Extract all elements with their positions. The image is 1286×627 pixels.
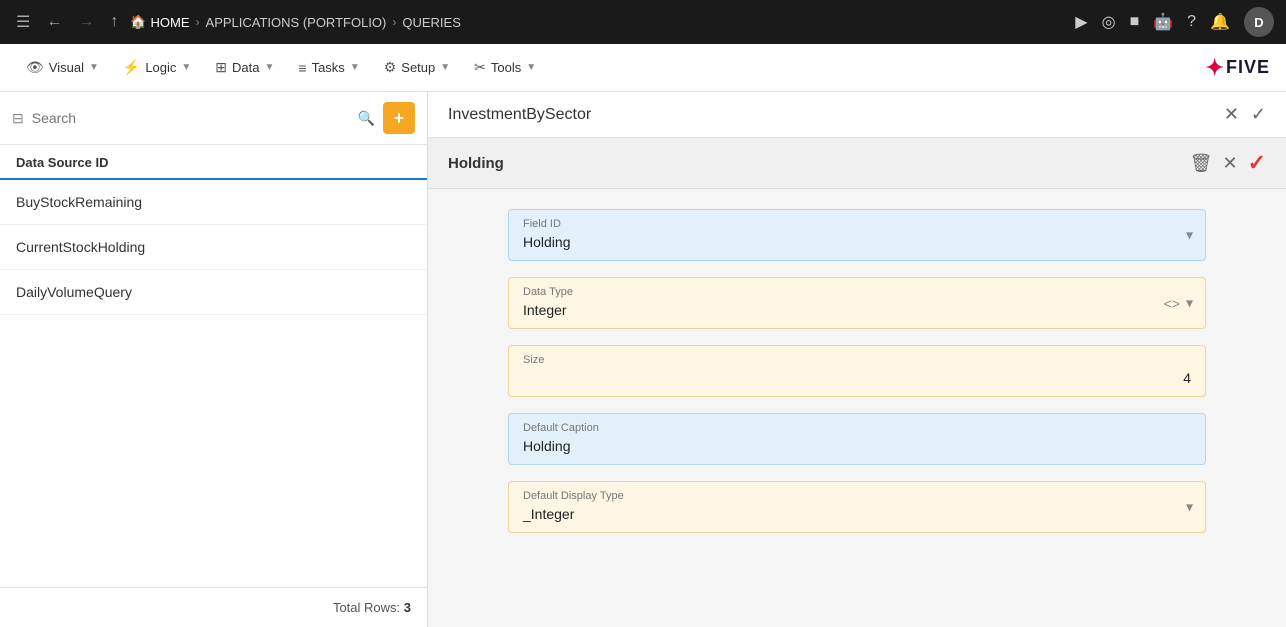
menu-label-tools: Tools bbox=[491, 60, 521, 75]
field-id-field: Field ID Holding ▾ bbox=[508, 209, 1206, 261]
eye-icon: 👁 bbox=[26, 59, 44, 76]
section-title: Holding bbox=[448, 155, 1190, 172]
home-icon: 🏠 bbox=[130, 14, 146, 30]
data-type-label: Data Type bbox=[523, 286, 1191, 298]
field-id-label: Field ID bbox=[523, 218, 1191, 230]
robot-icon[interactable]: 🤖 bbox=[1153, 12, 1173, 32]
sidebar-item-buy-stock[interactable]: BuyStockRemaining bbox=[0, 180, 427, 225]
search-icon[interactable]: 🔍 bbox=[358, 110, 375, 127]
panel-header: InvestmentBySector ✕ ✓ bbox=[428, 92, 1286, 138]
preview-icon[interactable]: ◎ bbox=[1102, 12, 1116, 32]
sidebar-item-current-stock[interactable]: CurrentStockHolding bbox=[0, 225, 427, 270]
section-close-icon[interactable]: ✕ bbox=[1222, 153, 1237, 174]
applications-breadcrumb[interactable]: APPLICATIONS (PORTFOLIO) bbox=[206, 15, 387, 30]
forward-icon[interactable]: → bbox=[74, 9, 98, 35]
up-icon[interactable]: ↑ bbox=[106, 9, 122, 35]
tools-dropdown-arrow: ▼ bbox=[526, 62, 536, 73]
add-button[interactable]: + bbox=[383, 102, 415, 134]
play-icon[interactable]: ▶ bbox=[1075, 12, 1087, 32]
sidebar-item-daily-volume[interactable]: DailyVolumeQuery bbox=[0, 270, 427, 315]
code-icon[interactable]: <> bbox=[1164, 295, 1180, 311]
five-logo-text: FIVE bbox=[1226, 57, 1270, 78]
visual-dropdown-arrow: ▼ bbox=[89, 62, 99, 73]
delete-icon[interactable]: 🗑 bbox=[1190, 153, 1213, 174]
help-icon[interactable]: ? bbox=[1187, 13, 1196, 31]
menu-item-tasks[interactable]: ≡ Tasks ▼ bbox=[288, 54, 369, 82]
field-id-dropdown-icon[interactable]: ▾ bbox=[1186, 227, 1193, 244]
data-type-icons: <> ▾ bbox=[1164, 295, 1193, 312]
menu-item-logic[interactable]: ⚡ Logic ▼ bbox=[113, 53, 201, 82]
back-icon[interactable]: ← bbox=[42, 9, 66, 35]
section-header: Holding 🗑 ✕ ✓ bbox=[428, 138, 1286, 189]
menu-item-setup[interactable]: ⚙ Setup ▼ bbox=[374, 53, 460, 82]
menu-item-data[interactable]: ⊞ Data ▼ bbox=[205, 53, 284, 82]
sidebar-search-bar: ⊟ 🔍 + bbox=[0, 92, 427, 145]
data-type-value[interactable]: Integer bbox=[523, 302, 1191, 318]
main-container: ⊟ 🔍 + Data Source ID BuyStockRemaining C… bbox=[0, 92, 1286, 627]
menu-label-visual: Visual bbox=[49, 60, 84, 75]
data-type-field: Data Type Integer <> ▾ bbox=[508, 277, 1206, 329]
panel-header-actions: ✕ ✓ bbox=[1224, 104, 1266, 125]
sidebar-list: BuyStockRemaining CurrentStockHolding Da… bbox=[0, 180, 427, 587]
tasks-icon: ≡ bbox=[298, 60, 306, 76]
default-caption-field: Default Caption Holding bbox=[508, 413, 1206, 465]
menu-bar: 👁 Visual ▼ ⚡ Logic ▼ ⊞ Data ▼ ≡ Tasks ▼ … bbox=[0, 44, 1286, 92]
sidebar: ⊟ 🔍 + Data Source ID BuyStockRemaining C… bbox=[0, 92, 428, 627]
notification-icon[interactable]: 🔔 bbox=[1210, 12, 1230, 32]
five-logo-icon: ✦ bbox=[1206, 55, 1224, 81]
default-display-type-label: Default Display Type bbox=[523, 490, 1191, 502]
default-caption-label: Default Caption bbox=[523, 422, 1191, 434]
data-icon: ⊞ bbox=[215, 59, 227, 76]
menu-label-setup: Setup bbox=[401, 60, 435, 75]
filter-icon: ⊟ bbox=[12, 110, 24, 127]
size-value[interactable]: 4 bbox=[523, 370, 1191, 386]
menu-label-logic: Logic bbox=[145, 60, 176, 75]
stop-icon[interactable]: ■ bbox=[1130, 13, 1140, 31]
sidebar-footer: Total Rows: 3 bbox=[0, 587, 427, 627]
breadcrumb: 🏠 HOME › APPLICATIONS (PORTFOLIO) › QUER… bbox=[130, 14, 1067, 30]
breadcrumb-arrow-2: › bbox=[392, 15, 396, 29]
setup-icon: ⚙ bbox=[384, 59, 397, 76]
tools-icon: ✂ bbox=[474, 59, 486, 76]
sidebar-header: Data Source ID bbox=[0, 145, 427, 180]
five-logo: ✦ FIVE bbox=[1206, 55, 1270, 81]
panel-confirm-icon[interactable]: ✓ bbox=[1251, 104, 1266, 125]
top-navigation: ☰ ← → ↑ 🏠 HOME › APPLICATIONS (PORTFOLIO… bbox=[0, 0, 1286, 44]
confirm-arrow-icon[interactable]: ✓ bbox=[1248, 150, 1266, 176]
setup-dropdown-arrow: ▼ bbox=[440, 62, 450, 73]
data-dropdown-arrow: ▼ bbox=[265, 62, 275, 73]
size-label: Size bbox=[523, 354, 1191, 366]
home-breadcrumb[interactable]: 🏠 HOME bbox=[130, 14, 189, 30]
menu-label-data: Data bbox=[232, 60, 259, 75]
size-field: Size 4 bbox=[508, 345, 1206, 397]
panel-title: InvestmentBySector bbox=[448, 106, 1224, 124]
avatar[interactable]: D bbox=[1244, 7, 1274, 37]
hamburger-icon[interactable]: ☰ bbox=[12, 8, 34, 36]
panel-close-icon[interactable]: ✕ bbox=[1224, 104, 1239, 125]
breadcrumb-arrow-1: › bbox=[196, 15, 200, 29]
tasks-dropdown-arrow: ▼ bbox=[350, 62, 360, 73]
queries-breadcrumb[interactable]: QUERIES bbox=[402, 15, 461, 30]
default-display-type-value[interactable]: _Integer bbox=[523, 506, 1191, 522]
data-type-dropdown-icon[interactable]: ▾ bbox=[1186, 295, 1193, 312]
search-input[interactable] bbox=[32, 110, 350, 126]
logic-icon: ⚡ bbox=[123, 59, 140, 76]
form-area: Field ID Holding ▾ Data Type Integer <> … bbox=[428, 189, 1286, 553]
menu-item-tools[interactable]: ✂ Tools ▼ bbox=[464, 53, 546, 82]
default-caption-value[interactable]: Holding bbox=[523, 438, 1191, 454]
total-rows-count: 3 bbox=[404, 600, 411, 615]
menu-item-visual[interactable]: 👁 Visual ▼ bbox=[16, 53, 109, 82]
default-display-type-field: Default Display Type _Integer ▾ bbox=[508, 481, 1206, 533]
section-actions: 🗑 ✕ ✓ bbox=[1190, 150, 1266, 176]
default-display-type-dropdown-icon[interactable]: ▾ bbox=[1186, 499, 1193, 516]
field-id-value[interactable]: Holding bbox=[523, 234, 1191, 250]
logic-dropdown-arrow: ▼ bbox=[181, 62, 191, 73]
top-nav-right: ▶ ◎ ■ 🤖 ? 🔔 D bbox=[1075, 7, 1274, 37]
right-panel: InvestmentBySector ✕ ✓ Holding 🗑 ✕ ✓ Fie… bbox=[428, 92, 1286, 627]
menu-label-tasks: Tasks bbox=[312, 60, 345, 75]
